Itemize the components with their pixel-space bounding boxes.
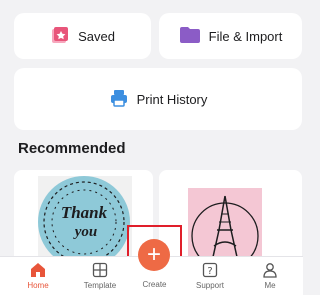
support-icon: ? [202,261,218,279]
tab-home[interactable]: Home [14,257,62,295]
tab-create-label: Create [142,280,167,289]
tab-me[interactable]: Me [246,257,294,295]
recommended-title: Recommended [18,140,126,157]
file-import-label: File & Import [208,28,283,44]
template-icon [92,261,108,279]
svg-text:you: you [73,224,98,240]
saved-icon [50,25,70,48]
print-history-button[interactable]: Print History [14,68,302,130]
create-button[interactable]: + [138,239,170,271]
tab-template-label: Template [83,281,117,290]
file-import-button[interactable]: File & Import [159,13,302,59]
profile-icon [262,261,278,279]
plus-icon: + [146,241,161,268]
svg-text:?: ? [207,266,212,277]
svg-text:Thank: Thank [61,203,108,222]
print-history-label: Print History [136,91,208,107]
folder-icon [179,26,201,47]
printer-icon [109,88,129,111]
tab-template[interactable]: Template [76,257,124,295]
tab-me-label: Me [264,281,276,290]
tab-support[interactable]: ? Support [186,257,234,295]
saved-label: Saved [78,28,115,44]
saved-button[interactable]: Saved [14,13,151,59]
home-icon [30,261,46,279]
tab-support-label: Support [195,281,225,290]
tab-home-label: Home [27,281,49,290]
